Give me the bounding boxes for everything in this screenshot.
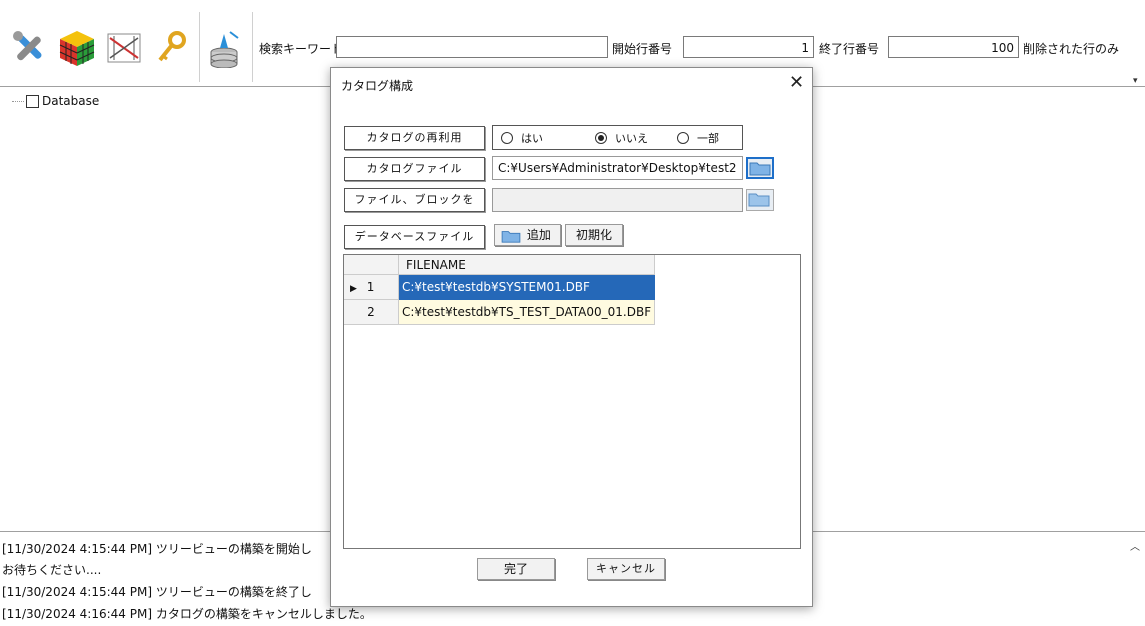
rubik-cube-icon[interactable]: [57, 28, 97, 68]
log-scroll-up-icon[interactable]: ︿: [1130, 538, 1140, 553]
catalog-reuse-radio-group: はい いいえ 一部: [492, 125, 743, 150]
tools-icon[interactable]: [10, 28, 50, 68]
file-block-browse-button[interactable]: [746, 189, 774, 211]
folder-icon: [749, 162, 771, 176]
add-button-label: 追加: [526, 228, 551, 242]
row-header[interactable]: ▶ 1: [344, 275, 399, 300]
current-row-arrow-icon: ▶: [350, 284, 357, 294]
key-icon[interactable]: [152, 28, 192, 68]
start-row-label: 開始行番号: [612, 42, 673, 56]
start-row-input[interactable]: 1: [683, 36, 814, 58]
initialize-button[interactable]: 初期化: [565, 224, 623, 246]
database-deploy-icon[interactable]: [206, 28, 246, 69]
toolbar-overflow-icon[interactable]: ▾: [1133, 76, 1138, 86]
search-keyword-input[interactable]: [336, 36, 608, 58]
row-number: 2: [367, 305, 375, 319]
radio-yes-label: はい: [521, 131, 543, 145]
grid-header-filename[interactable]: FILENAME: [399, 255, 655, 275]
folder-icon: [748, 193, 770, 207]
toolbar-separator: [252, 12, 253, 82]
tree-root[interactable]: Database: [12, 93, 99, 109]
radio-yes[interactable]: はい: [501, 130, 587, 146]
database-file-label: データベースファイル: [344, 225, 485, 249]
deleted-rows-only-label[interactable]: 削除された行のみ: [1023, 40, 1119, 57]
log-line: [11/30/2024 4:15:44 PM] ツリービューの構築を終了し: [2, 585, 312, 599]
toolbar-separator: [199, 12, 200, 82]
log-line: [11/30/2024 4:16:44 PM] カタログの構築をキャンセルしまし…: [2, 607, 372, 621]
close-icon[interactable]: ✕: [789, 72, 804, 93]
radio-partial-circle[interactable]: [677, 131, 689, 144]
row-header[interactable]: 2: [344, 300, 399, 325]
grid-corner: [344, 255, 399, 275]
tree-root-label: Database: [42, 94, 100, 108]
catalog-file-browse-button[interactable]: [746, 157, 774, 179]
radio-partial-label: 一部: [697, 131, 719, 145]
row-number: 1: [366, 280, 375, 294]
catalog-config-dialog: カタログ構成 ✕ カタログの再利用 はい いいえ 一部 カタログファイル C:¥…: [330, 67, 813, 607]
finish-button[interactable]: 完了: [477, 558, 555, 580]
end-row-input[interactable]: 100: [888, 36, 1019, 58]
catalog-file-input[interactable]: C:¥Users¥Administrator¥Desktop¥test2: [492, 156, 743, 180]
grid-cell-filename[interactable]: C:¥test¥testdb¥TS_TEST_DATA00_01.DBF: [399, 300, 655, 325]
dialog-title: カタログ構成: [341, 79, 414, 93]
search-keyword-label: 検索キーワード: [259, 42, 344, 56]
tree-icon[interactable]: [104, 28, 144, 68]
file-block-input[interactable]: [492, 188, 743, 212]
cancel-button[interactable]: キャンセル: [587, 558, 665, 580]
add-button[interactable]: 追加: [494, 224, 561, 246]
file-block-label: ファイル、ブロックを: [344, 188, 485, 212]
radio-partial[interactable]: 一部: [677, 130, 719, 146]
tree-line: [12, 100, 24, 102]
radio-no[interactable]: いいえ: [595, 130, 669, 146]
end-row-label: 終了行番号: [819, 42, 880, 56]
radio-yes-circle[interactable]: [501, 131, 513, 144]
log-line: [11/30/2024 4:15:44 PM] ツリービューの構築を開始し: [2, 542, 312, 556]
folder-icon: [501, 230, 521, 243]
grid-cell-filename[interactable]: C:¥test¥testdb¥SYSTEM01.DBF: [399, 275, 655, 300]
tree-checkbox[interactable]: [26, 94, 39, 108]
radio-no-label: いいえ: [615, 131, 648, 145]
catalog-file-label: カタログファイル: [344, 157, 485, 181]
catalog-reuse-label: カタログの再利用: [344, 126, 485, 150]
database-file-grid: FILENAME ▶ 1 C:¥test¥testdb¥SYSTEM01.DBF…: [343, 254, 801, 549]
radio-no-circle[interactable]: [595, 131, 607, 144]
log-line: お待ちください....: [2, 563, 102, 577]
